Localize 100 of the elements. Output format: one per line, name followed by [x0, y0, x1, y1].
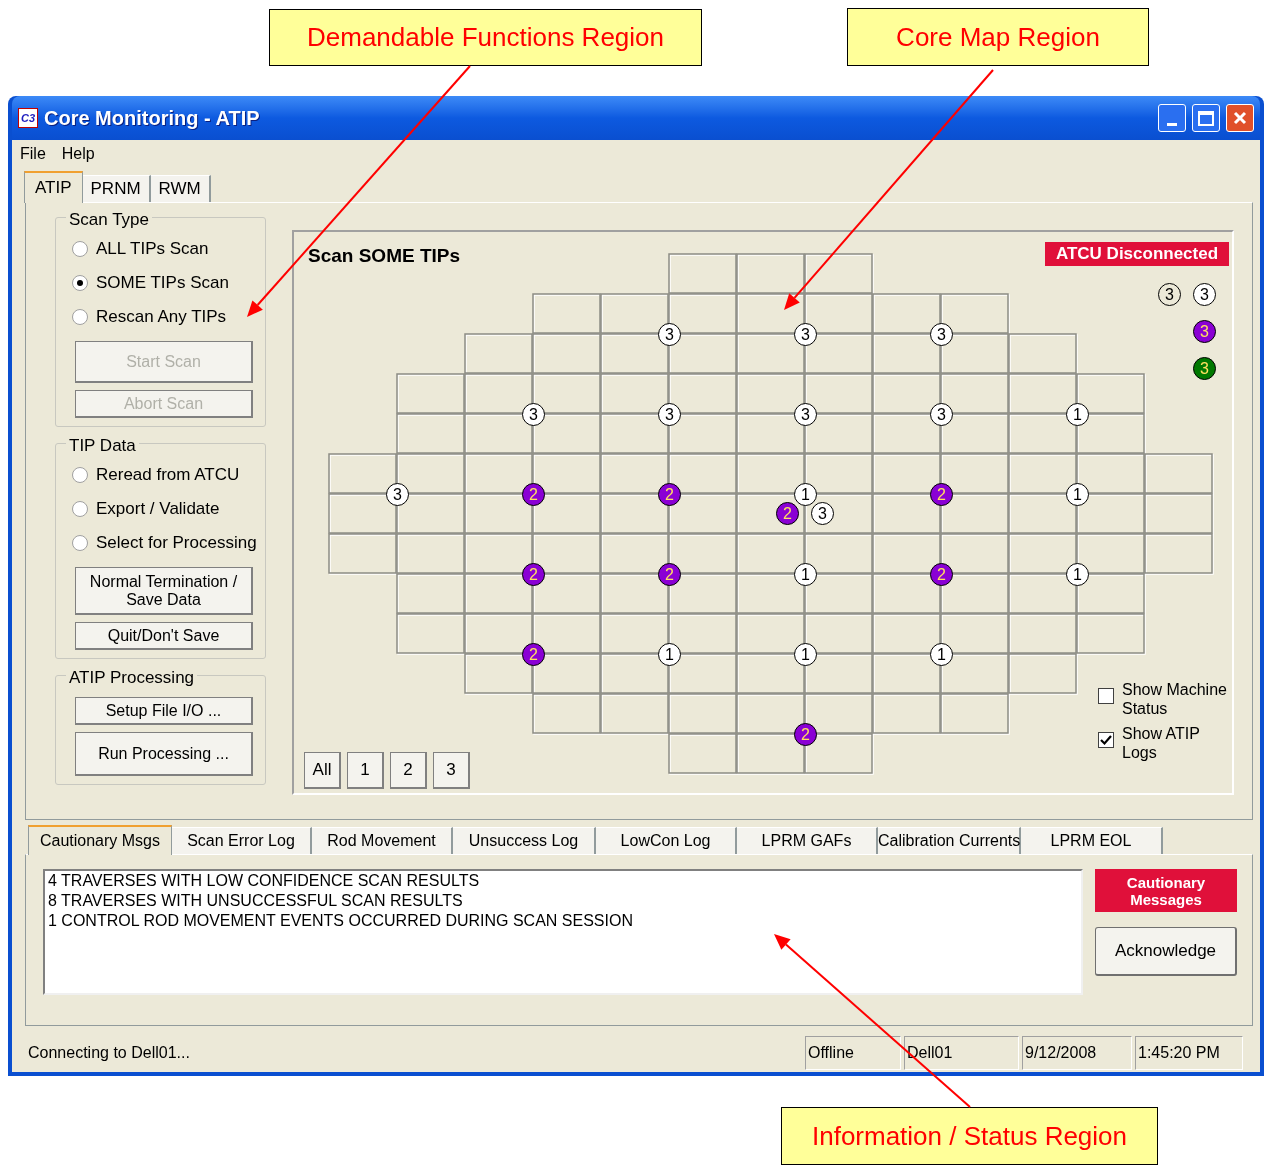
tip-marker: 1	[1066, 563, 1089, 586]
map-title: Scan SOME TIPs	[308, 244, 461, 268]
maximize-icon	[1198, 110, 1214, 126]
core-cell	[940, 693, 1010, 735]
close-button[interactable]	[1226, 104, 1254, 132]
radio-label: Reread from ATCU	[96, 464, 240, 487]
core-cell	[1076, 613, 1146, 655]
core-cell	[1008, 653, 1078, 695]
tip-marker: 1	[794, 643, 817, 666]
checkbox[interactable]	[1098, 732, 1114, 748]
tab[interactable]: Calibration Currents	[878, 827, 1021, 854]
radio-label: ALL TIPs Scan	[96, 238, 209, 261]
message-line: 4 TRAVERSES WITH LOW CONFIDENCE SCAN RESULTS	[48, 871, 481, 891]
status-message: Connecting to Dell01...	[28, 1043, 191, 1063]
core-cell	[1008, 613, 1078, 655]
radio-button[interactable]	[72, 535, 88, 551]
tab[interactable]: LPRM GAFs	[737, 827, 878, 854]
button[interactable]: Run Processing ...	[75, 732, 253, 776]
tab[interactable]: Unsuccess Log	[453, 827, 596, 854]
filter-button[interactable]: 3	[433, 752, 470, 789]
acknowledge-button[interactable]: Acknowledge	[1095, 927, 1237, 976]
tab[interactable]: RWM	[150, 175, 211, 202]
filter-button[interactable]: 1	[347, 752, 384, 789]
core-cell	[804, 253, 874, 295]
tip-marker: 1	[658, 643, 681, 666]
radio-label: Rescan Any TIPs	[96, 306, 227, 329]
tab[interactable]: Rod Movement	[312, 827, 453, 854]
window-title: Core Monitoring - ATIP	[44, 106, 260, 131]
tip-marker: 3	[522, 403, 545, 426]
tip-marker: 2	[794, 723, 817, 746]
tip-marker: 2	[658, 563, 681, 586]
core-cell	[600, 693, 670, 735]
message-line: 1 CONTROL ROD MOVEMENT EVENTS OCCURRED DURING SCAN SESSION	[48, 911, 634, 931]
tip-marker: 2	[930, 483, 953, 506]
filter-button[interactable]: 2	[390, 752, 427, 789]
tip-marker: 3	[930, 403, 953, 426]
tip-marker: 3	[1193, 320, 1216, 343]
tip-marker: 3	[930, 323, 953, 346]
minimize-button[interactable]	[1158, 104, 1186, 132]
tab[interactable]: LPRM EOL	[1021, 827, 1163, 854]
checkbox[interactable]	[1098, 688, 1114, 704]
close-icon	[1233, 111, 1247, 125]
filter-button[interactable]: All	[304, 752, 341, 789]
tip-marker: 3	[794, 323, 817, 346]
tip-marker: 1	[794, 483, 817, 506]
tip-marker: 2	[522, 643, 545, 666]
status-panel: Dell01	[904, 1036, 1019, 1070]
core-cell	[328, 533, 398, 575]
radio-label: Select for Processing	[96, 532, 257, 555]
core-cell	[532, 693, 602, 735]
tip-marker: 1	[1066, 403, 1089, 426]
tip-marker: 3	[1158, 283, 1181, 306]
tab[interactable]: Scan Error Log	[172, 827, 312, 854]
tab[interactable]: Cautionary Msgs	[28, 825, 172, 855]
tip-marker: 2	[776, 502, 799, 525]
tip-marker: 3	[1193, 357, 1216, 380]
tab[interactable]: ATIP	[24, 171, 83, 203]
status-panel: Offline	[805, 1036, 901, 1070]
status-badge: ATCU Disconnected	[1045, 242, 1229, 266]
maximize-button[interactable]	[1192, 104, 1220, 132]
tab[interactable]: PRNM	[82, 175, 151, 202]
core-cell	[396, 373, 466, 415]
tip-marker: 3	[658, 323, 681, 346]
menu-item[interactable]: File	[20, 142, 46, 166]
tip-marker: 3	[658, 403, 681, 426]
core-cell	[396, 613, 466, 655]
tip-marker: 1	[930, 643, 953, 666]
radio-button[interactable]	[72, 275, 88, 291]
app-icon: C3	[18, 108, 38, 128]
core-cell	[736, 253, 806, 295]
radio-button[interactable]	[72, 501, 88, 517]
radio-label: SOME TIPs Scan	[96, 272, 229, 295]
core-cell	[1144, 533, 1214, 575]
core-cell	[872, 693, 942, 735]
status-panel: 9/12/2008	[1022, 1036, 1132, 1070]
tip-marker: 2	[522, 483, 545, 506]
checkbox-label: Show Machine Status	[1122, 680, 1228, 718]
menu-item[interactable]: Help	[61, 142, 95, 166]
button[interactable]: Setup File I/O ...	[75, 697, 253, 725]
button[interactable]: Quit/Don't Save	[75, 622, 253, 650]
radio-button[interactable]	[72, 309, 88, 325]
tip-marker: 3	[794, 403, 817, 426]
tip-marker: 3	[1193, 283, 1216, 306]
minimize-icon	[1167, 123, 1177, 126]
core-cell	[532, 333, 602, 375]
tab[interactable]: LowCon Log	[596, 827, 737, 854]
check-icon	[1100, 734, 1112, 746]
core-cell	[532, 293, 602, 335]
core-cell	[668, 733, 738, 775]
radio-button[interactable]	[72, 241, 88, 257]
callout-label: Information / Status Region	[781, 1107, 1158, 1165]
radio-button[interactable]	[72, 467, 88, 483]
core-cell	[668, 253, 738, 295]
core-cell	[1008, 333, 1078, 375]
button[interactable]: Normal Termination / Save Data	[75, 567, 253, 615]
tip-marker: 2	[658, 483, 681, 506]
tip-marker: 1	[1066, 483, 1089, 506]
status-panel: 1:45:20 PM	[1135, 1036, 1243, 1070]
core-cell	[396, 533, 466, 575]
core-cell	[396, 413, 466, 455]
